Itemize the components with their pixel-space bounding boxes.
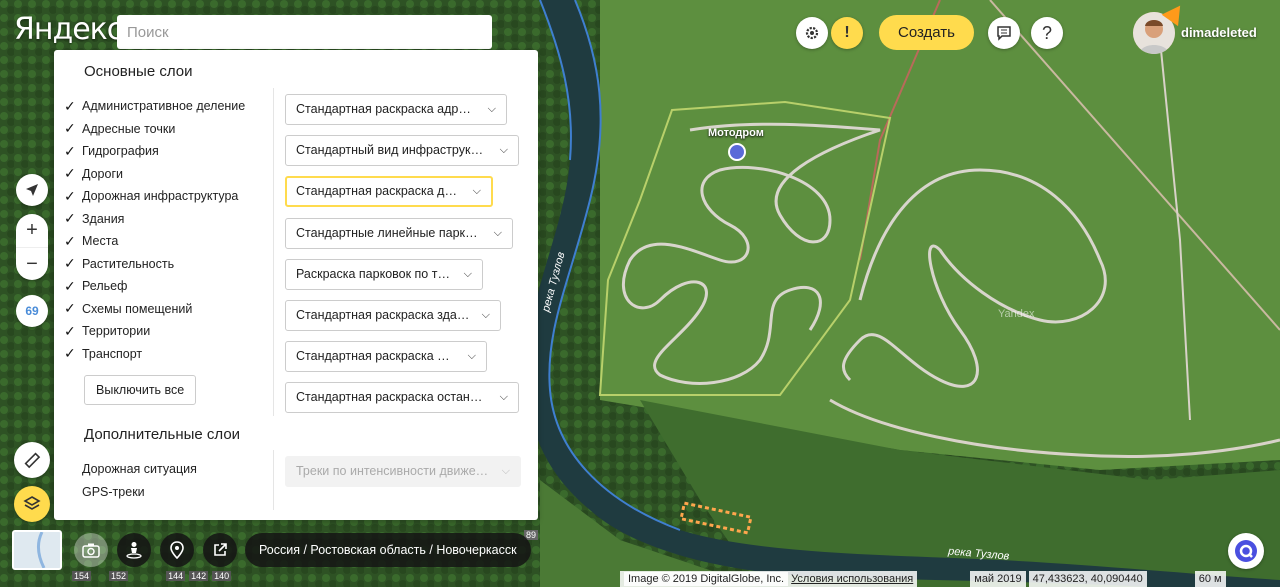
chevron-down-icon: ⌵ [493,227,502,239]
chevron-down-icon: ⌵ [499,391,508,403]
style-select-places[interactable]: Стандартная раскраска мест ⌵ [285,341,487,372]
checkmark-icon: ✓ [64,120,76,137]
scale-bar: 60 м [1194,571,1226,587]
motodrom-marker-icon[interactable] [728,143,746,161]
checkmark-icon: ✓ [64,187,76,204]
layer-item[interactable]: ✓ Дороги [64,163,245,186]
style-select-infrastructure[interactable]: Стандартный вид инфраструктуры ⌵ [285,135,519,166]
place-marker-button[interactable] [160,533,194,567]
pegman-icon [126,542,142,559]
checkmark-icon: ✓ [64,232,76,249]
ruler-icon [24,452,41,469]
exclamation-icon: ! [844,24,850,41]
panel-divider [273,450,274,510]
poi-motodrom-label[interactable]: Мотодром [708,127,764,139]
question-icon: ? [1041,22,1052,43]
extra-layers-title: Дополнительные слои [84,426,241,443]
layer-item[interactable]: ✓ Растительность [64,253,245,276]
zoom-level-badge[interactable]: 69 [16,295,48,327]
checkmark-icon: ✓ [64,322,76,339]
yandex-logo[interactable]: Яндекс [14,12,123,47]
chevron-down-icon: ⌵ [481,309,490,321]
map-status-bar: Image © 2019 DigitalGlobe, Inc. Условия … [620,571,1226,587]
locate-button[interactable] [16,174,48,206]
layer-item-gps-tracks[interactable]: GPS-треки [82,485,145,499]
panel-divider [273,88,274,416]
layer-item[interactable]: ✓ Гидрография [64,140,245,163]
main-layers-title: Основные слои [84,63,193,80]
main-layers-list: ✓ Административное деление ✓ Адресные точк… [64,95,245,365]
chat-bubble-icon [997,26,1011,41]
photo-button[interactable] [74,533,108,567]
settings-button[interactable] [796,17,828,49]
gear-icon [805,26,819,40]
layer-item[interactable]: ✓ Административное деление [64,95,245,118]
layers-icon [23,496,41,510]
search-input[interactable] [117,15,492,49]
layer-item[interactable]: ✓ Транспорт [64,343,245,366]
imagery-date: май 2019 [970,571,1026,587]
checkmark-icon: ✓ [64,142,76,159]
mini-map-icon [14,532,60,568]
alice-icon [1235,540,1257,562]
ruler-button[interactable] [14,442,50,478]
style-select-linear-parking[interactable]: Стандартные линейные парковки ⌵ [285,218,513,249]
pin-icon [170,541,184,559]
map-type-switcher[interactable] [12,530,62,570]
chevron-down-icon: ⌵ [501,465,510,477]
alice-assistant-button[interactable] [1228,533,1264,569]
layer-item[interactable]: ✓ Дорожная инфраструктура [64,185,245,208]
username[interactable]: dimadeleted [1181,25,1257,40]
feedback-button[interactable] [988,17,1020,49]
bottom-house-numbers: 154 152 144 142 140 [72,571,232,581]
style-select-parking-type[interactable]: Раскраска парковок по типу ⌵ [285,259,483,290]
chevron-down-icon: ⌵ [487,103,496,115]
layers-button[interactable] [14,486,50,522]
create-button[interactable]: Создать [879,15,974,50]
layer-item[interactable]: ✓ Места [64,230,245,253]
checkmark-icon: ✓ [64,255,76,272]
zoom-in-button[interactable]: + [16,214,48,247]
panorama-button[interactable] [117,533,151,567]
copyright-text: Image © 2019 DigitalGlobe, Inc. Условия … [620,571,918,587]
layer-item[interactable]: ✓ Схемы помещений [64,298,245,321]
checkmark-icon: ✓ [64,277,76,294]
style-select-tracks: Треки по интенсивности движения ⌵ [285,456,521,487]
layer-item[interactable]: ✓ Адресные точки [64,118,245,141]
yandex-watermark: Yandex [998,308,1035,320]
layer-item-traffic[interactable]: Дорожная ситуация [82,462,197,476]
zoom-control: + − [16,214,48,280]
share-button[interactable] [203,533,237,567]
layer-item[interactable]: ✓ Рельеф [64,275,245,298]
chevron-down-icon: ⌵ [499,144,508,156]
checkmark-icon: ✓ [64,165,76,182]
style-select-buildings[interactable]: Стандартная раскраска зданий ⌵ [285,300,501,331]
cursor-coordinates: 47,433623, 40,090440 [1028,571,1147,587]
alert-button[interactable]: ! [831,17,863,49]
external-link-icon [214,543,227,556]
chevron-down-icon: ⌵ [467,350,476,362]
breadcrumb[interactable]: Россия / Ростовская область / Новочеркас… [245,533,531,567]
help-button[interactable]: ? [1031,17,1063,49]
camera-icon [82,543,100,558]
checkmark-icon: ✓ [64,300,76,317]
style-select-stops[interactable]: Стандартная раскраска остановок ⌵ [285,382,519,413]
zoom-out-button[interactable]: − [16,247,48,280]
layers-panel: Основные слои ✓ Административное деление … [54,50,538,520]
layer-item[interactable]: ✓ Территории [64,320,245,343]
style-select-roads[interactable]: Стандартная раскраска дорог ⌵ [285,176,493,207]
chevron-down-icon: ⌵ [472,185,481,197]
checkmark-icon: ✓ [64,210,76,227]
checkmark-icon: ✓ [64,97,76,114]
checkmark-icon: ✓ [64,345,76,362]
style-select-addresses[interactable]: Стандартная раскраска адресов ⌵ [285,94,507,125]
layer-item[interactable]: ✓ Здания [64,208,245,231]
location-arrow-icon [26,184,38,196]
chevron-down-icon: ⌵ [463,268,472,280]
terms-link[interactable]: Условия использования [791,573,913,585]
disable-all-button[interactable]: Выключить все [84,375,197,405]
